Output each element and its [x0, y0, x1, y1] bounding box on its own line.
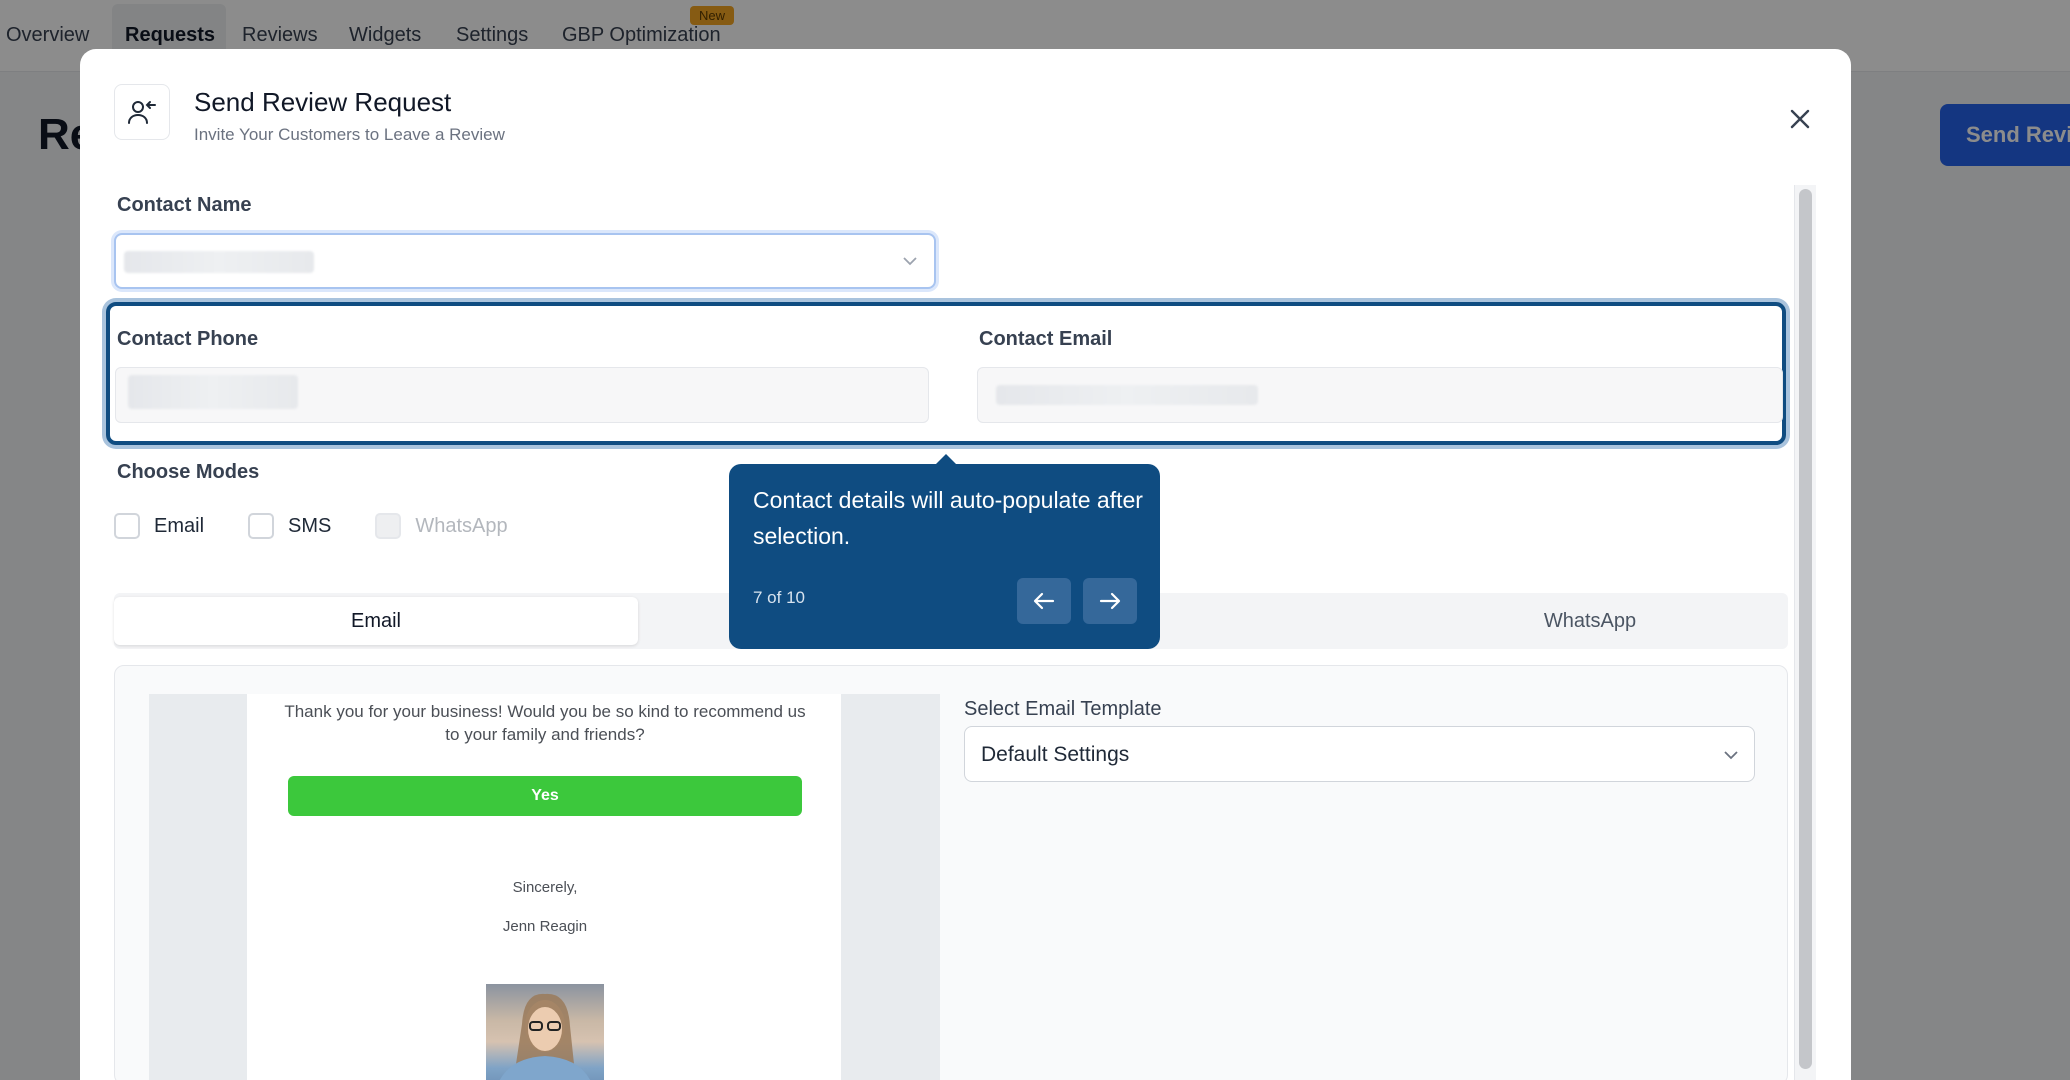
tooltip-step-counter: 7 of 10 [753, 588, 805, 607]
redacted-value [124, 251, 314, 273]
email-template-label: Select Email Template [964, 698, 1162, 720]
modes-row: Email SMS WhatsApp [114, 513, 508, 539]
redacted-value [996, 385, 1258, 405]
contact-email-field[interactable] [977, 367, 1783, 423]
avatar [486, 984, 604, 1080]
preview-message: Thank you for your business! Would you b… [284, 702, 806, 744]
tour-tooltip: Contact details will auto-populate after… [729, 464, 1160, 649]
contact-phone-label: Contact Phone [117, 328, 259, 350]
contact-name-select[interactable] [114, 233, 936, 289]
contact-phone-field[interactable] [115, 367, 929, 423]
modal-title: Send Review Request [194, 87, 452, 117]
tab-email[interactable]: Email [114, 597, 638, 645]
tooltip-text: Contact details will auto-populate after… [753, 487, 1143, 549]
contact-email-label: Contact Email [979, 328, 1113, 350]
whatsapp-checkbox-label: WhatsApp [415, 514, 508, 537]
whatsapp-checkbox [375, 513, 402, 539]
email-template-value: Default Settings [981, 743, 1130, 766]
chevron-down-icon [903, 257, 917, 266]
arrow-left-icon [1033, 592, 1055, 610]
tooltip-prev-button[interactable] [1017, 578, 1071, 624]
email-template-select[interactable]: Default Settings [964, 726, 1755, 782]
tooltip-next-button[interactable] [1083, 578, 1137, 624]
contact-name-label: Contact Name [117, 194, 252, 216]
chevron-down-icon [1724, 751, 1738, 760]
modal-subtitle: Invite Your Customers to Leave a Review [194, 125, 505, 144]
preview-closing: Sincerely, [512, 879, 578, 896]
arrow-right-icon [1099, 592, 1121, 610]
email-checkbox[interactable] [114, 513, 140, 539]
choose-modes-label: Choose Modes [117, 461, 260, 483]
sms-checkbox-label: SMS [288, 514, 332, 537]
redacted-value [128, 375, 298, 409]
tab-whatsapp[interactable]: WhatsApp [1460, 597, 1720, 645]
user-add-icon [114, 84, 170, 140]
preview-yes-button: Yes [288, 776, 802, 816]
preview-signature: Jenn Reagin [502, 918, 588, 935]
close-icon[interactable] [1780, 99, 1820, 139]
sms-checkbox[interactable] [248, 513, 275, 539]
scrollbar-thumb[interactable] [1799, 189, 1812, 1069]
email-checkbox-label: Email [154, 514, 205, 537]
